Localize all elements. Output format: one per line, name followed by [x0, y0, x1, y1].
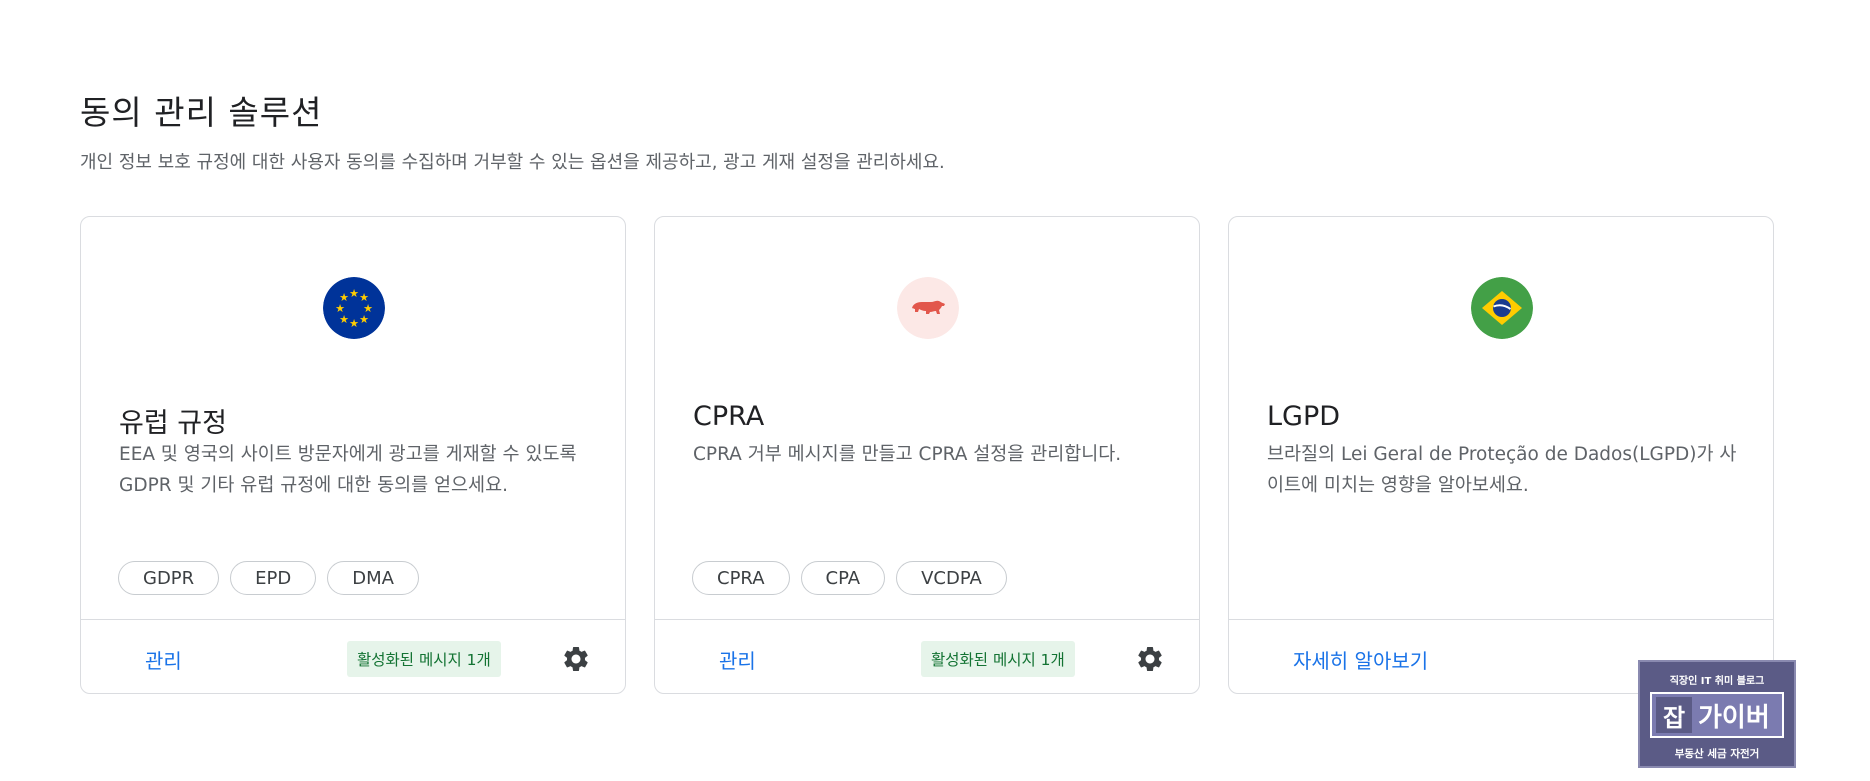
chip-vcdpa: VCDPA	[896, 561, 1007, 595]
brazil-flag-icon	[1471, 277, 1533, 339]
watermark-logo-char: 잡	[1656, 697, 1692, 733]
chip-dma: DMA	[327, 561, 419, 595]
chip-cpra: CPRA	[692, 561, 790, 595]
chip-gdpr: GDPR	[118, 561, 220, 595]
card-eu-regulations: ★ ★ ★ ★ ★ ★ ★ ★ 유럽 규정 EEA 및 영국의 사이트 방문자에…	[80, 216, 626, 694]
card-description: EEA 및 영국의 사이트 방문자에게 광고를 게재할 수 있도록 GDPR 및…	[119, 444, 577, 496]
card-description: 브라질의 Lei Geral de Proteção de Dados(LGPD…	[1267, 444, 1737, 496]
manage-link[interactable]: 관리	[719, 645, 756, 674]
card-description: CPRA 거부 메시지를 만들고 CPRA 설정을 관리합니다.	[693, 444, 1122, 465]
card-cpra: CPRA CPRA 거부 메시지를 만들고 CPRA 설정을 관리합니다. CP…	[654, 216, 1200, 694]
gear-icon[interactable]	[1135, 644, 1165, 674]
manage-link[interactable]: 관리	[145, 645, 182, 674]
page-description: 개인 정보 보호 규정에 대한 사용자 동의를 수집하며 거부할 수 있는 옵션…	[80, 152, 945, 173]
chip-cpa: CPA	[800, 561, 886, 595]
svg-text:★: ★	[349, 287, 359, 300]
eu-flag-icon: ★ ★ ★ ★ ★ ★ ★ ★	[323, 277, 385, 339]
svg-text:★: ★	[359, 313, 369, 326]
svg-text:★: ★	[339, 291, 349, 304]
watermark-subtitle: 부동산 세금 자전거	[1674, 748, 1760, 760]
california-bear-icon	[897, 277, 959, 339]
svg-text:★: ★	[349, 317, 359, 330]
chip-epd: EPD	[230, 561, 317, 595]
watermark-tagline: 직장인 IT 취미 블로그	[1669, 676, 1765, 687]
gear-icon[interactable]	[561, 644, 591, 674]
watermark-logo-box: 잡 가이버	[1650, 692, 1784, 738]
chip-group: GDPR EPD DMA	[118, 561, 419, 595]
page-title: 동의 관리 솔루션	[80, 93, 323, 132]
learn-more-link[interactable]: 자세히 알아보기	[1293, 645, 1428, 674]
card-lgpd: LGPD 브라질의 Lei Geral de Proteção de Dados…	[1228, 216, 1774, 694]
card-title: LGPD	[1267, 401, 1341, 432]
watermark-logo-name: 가이버	[1698, 702, 1770, 733]
chip-group: CPRA CPA VCDPA	[692, 561, 1007, 595]
card-divider	[655, 619, 1199, 620]
card-title: 유럽 규정	[119, 408, 227, 439]
active-message-badge: 활성화된 메시지 1개	[921, 641, 1075, 677]
card-divider	[81, 619, 625, 620]
card-title: CPRA	[693, 401, 765, 432]
active-message-badge: 활성화된 메시지 1개	[347, 641, 501, 677]
blog-watermark-logo: 직장인 IT 취미 블로그 잡 가이버 부동산 세금 자전거	[1638, 660, 1796, 768]
card-divider	[1229, 619, 1773, 620]
